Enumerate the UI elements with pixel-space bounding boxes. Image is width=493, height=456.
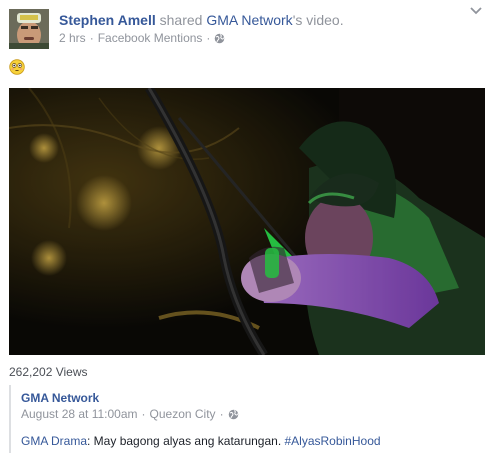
shared-video-post: Stephen Amell shared GMA Network's video… xyxy=(0,0,493,456)
globe-icon[interactable] xyxy=(228,409,239,420)
chevron-down-icon[interactable] xyxy=(469,6,483,16)
original-post-body: : May bagong alyas ang katarungan. xyxy=(87,434,285,448)
original-post-meta: August 28 at 11:00am · Quezon City · xyxy=(21,406,239,422)
avatar[interactable] xyxy=(9,9,49,49)
video-thumbnail xyxy=(9,88,485,355)
post-meta: 2 hrs · Facebook Mentions · xyxy=(59,30,225,46)
meta-separator: · xyxy=(141,407,146,421)
shared-suffix: 's video. xyxy=(292,12,344,28)
meta-separator: · xyxy=(89,31,94,45)
view-count: 262,202 Views xyxy=(9,365,88,379)
globe-icon[interactable] xyxy=(214,33,225,44)
avatar-image xyxy=(9,9,49,49)
video-player[interactable] xyxy=(9,88,485,355)
original-page-name[interactable]: GMA Network xyxy=(21,390,99,406)
author-name[interactable]: Stephen Amell xyxy=(59,12,156,28)
original-post-text: GMA Drama: May bagong alyas ang katarung… xyxy=(21,433,381,449)
shared-text: shared xyxy=(159,12,203,28)
post-header: Stephen Amell shared GMA Network's video… xyxy=(59,11,344,29)
post-timestamp[interactable]: 2 hrs xyxy=(59,30,86,46)
meta-separator: · xyxy=(206,31,211,45)
hashtag-link[interactable]: #AlyasRobinHood xyxy=(284,434,380,448)
original-date[interactable]: August 28 at 11:00am xyxy=(21,406,138,422)
original-post-attribution: GMA Network August 28 at 11:00am · Quezo… xyxy=(9,385,487,453)
mentioned-page-link[interactable]: GMA Drama xyxy=(21,434,87,448)
flushed-face-emoji xyxy=(9,59,25,75)
shared-page-link[interactable]: GMA Network xyxy=(206,12,292,28)
post-source[interactable]: Facebook Mentions xyxy=(98,30,203,46)
original-location[interactable]: Quezon City xyxy=(150,406,216,422)
meta-separator: · xyxy=(219,407,224,421)
